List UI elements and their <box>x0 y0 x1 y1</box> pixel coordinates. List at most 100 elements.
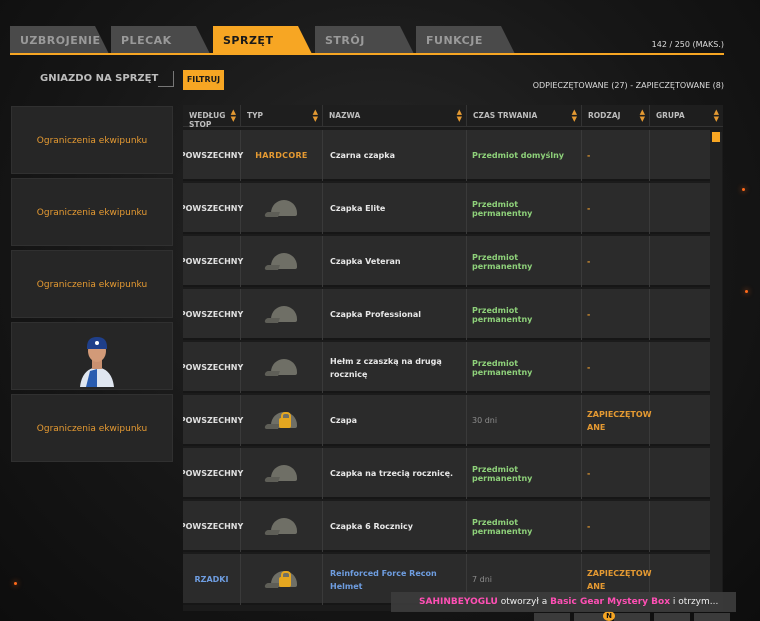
group-cell <box>650 289 710 340</box>
type-cell <box>241 183 323 234</box>
sort-arrows-icon: ▲ ▼ <box>456 108 462 123</box>
category-tabs: UZBROJENIE PLECAK SPRZĘT STRÓJ FUNKCJE <box>10 26 724 54</box>
hardcore-label: HARDCORE <box>255 151 308 160</box>
column-group-label: GRUPA <box>656 111 685 120</box>
group-cell <box>650 236 710 287</box>
duration-cell: Przedmiot domyślny <box>467 130 582 181</box>
tab-funkcje[interactable]: FUNKCJE <box>416 26 515 54</box>
group-cell <box>650 183 710 234</box>
column-duration-label: CZAS TRWANIA <box>473 111 538 120</box>
sort-arrows-icon: ▲ ▼ <box>312 108 318 123</box>
duration-cell: Przedmiot permanentny <box>467 183 582 234</box>
group-cell <box>650 448 710 499</box>
group-cell <box>650 395 710 446</box>
group-cell <box>650 130 710 181</box>
duration-cell: Przedmiot permanentny <box>467 342 582 393</box>
duration-cell: Przedmiot permanentny <box>467 289 582 340</box>
notification-toast: SAHINBEYOGLU otworzył a Basic Gear Myste… <box>391 592 736 612</box>
name-cell: Hełm z czaszką na drugą rocznicę <box>323 342 467 393</box>
gear-slot-3[interactable]: Ograniczenia ekwipunku <box>11 250 173 318</box>
table-row[interactable]: POWSZECHNY Czapa 30 dni ZAPIECZĘTOW ANE <box>183 395 710 446</box>
rarity-cell: POWSZECHNY <box>183 183 243 234</box>
type-cell <box>241 448 323 499</box>
column-type-label: TYP <box>247 111 264 120</box>
expand-corner-icon[interactable] <box>158 71 174 87</box>
name-cell: Czapka Elite <box>323 183 467 234</box>
type-cell <box>241 395 323 446</box>
toast-rest: i otrzym... <box>670 597 719 607</box>
gear-slot-1[interactable]: Ograniczenia ekwipunku <box>11 106 173 174</box>
sort-arrows-icon: ▲ ▼ <box>571 108 577 123</box>
duration-cell: Przedmiot permanentny <box>467 501 582 552</box>
lock-icon <box>278 570 291 587</box>
sealed-counts: ODPIECZĘTOWANE (27) - ZAPIECZĘTOWANE (8) <box>532 81 724 90</box>
group-cell <box>650 501 710 552</box>
ember-particle <box>745 290 748 293</box>
locked-cap-icon <box>263 570 299 589</box>
type-cell: HARDCORE <box>241 130 323 181</box>
cap-icon <box>263 464 299 483</box>
bottom-button[interactable] <box>534 613 570 621</box>
type-cell <box>241 342 323 393</box>
column-duration[interactable]: CZAS TRWANIA ▲ ▼ <box>467 105 582 127</box>
rarity-cell: POWSZECHNY <box>183 448 243 499</box>
rarity-cell: POWSZECHNY <box>183 342 243 393</box>
column-kind[interactable]: RODZAJ ▲ ▼ <box>582 105 650 127</box>
inventory-capacity: 142 / 250 (MAKS.) <box>651 40 724 49</box>
toast-player: SAHINBEYOGLU <box>419 597 498 607</box>
table-row[interactable]: POWSZECHNY Czapka Elite Przedmiot perman… <box>183 183 710 234</box>
sort-arrows-icon: ▲ ▼ <box>230 108 236 123</box>
sort-arrows-icon: ▲ ▼ <box>713 108 719 123</box>
rarity-cell: POWSZECHNY <box>183 289 243 340</box>
table-row[interactable]: POWSZECHNY Czapka Professional Przedmiot… <box>183 289 710 340</box>
column-name[interactable]: NAZWA ▲ ▼ <box>323 105 467 127</box>
name-cell: Czapka Professional <box>323 289 467 340</box>
column-name-label: NAZWA <box>329 111 361 120</box>
kind-cell: - <box>582 236 650 287</box>
locked-cap-icon <box>263 411 299 430</box>
rarity-cell: POWSZECHNY <box>183 501 243 552</box>
table-row[interactable]: POWSZECHNY HARDCORE Czarna czapka Przedm… <box>183 130 710 181</box>
type-cell <box>241 501 323 552</box>
kind-cell: - <box>582 130 650 181</box>
table-row[interactable]: POWSZECHNY Hełm z czaszką na drugą roczn… <box>183 342 710 393</box>
tab-uzbrojenie[interactable]: UZBROJENIE <box>10 26 109 54</box>
bottom-button[interactable] <box>654 613 690 621</box>
table-row[interactable]: POWSZECHNY Czapka Veteran Przedmiot perm… <box>183 236 710 287</box>
table-row[interactable]: POWSZECHNY Czapka 6 Rocznicy Przedmiot p… <box>183 501 710 552</box>
scroll-thumb[interactable] <box>712 132 720 142</box>
kind-cell: - <box>582 183 650 234</box>
lock-icon <box>278 411 291 428</box>
filter-button[interactable]: FILTRUJ <box>183 70 224 90</box>
table-scrollbar[interactable] <box>710 132 722 611</box>
name-cell: Czapka na trzecią rocznicę. <box>323 448 467 499</box>
gear-slot-2[interactable]: Ograniczenia ekwipunku <box>11 178 173 246</box>
tab-plecak[interactable]: PLECAK <box>111 26 210 54</box>
ember-particle <box>742 188 745 191</box>
soldier-avatar <box>80 337 114 387</box>
kind-cell: - <box>582 448 650 499</box>
tab-sprzet[interactable]: SPRZĘT <box>213 26 312 54</box>
type-cell <box>241 236 323 287</box>
rarity-cell: POWSZECHNY <box>183 236 243 287</box>
name-cell: Czapka 6 Rocznicy <box>323 501 467 552</box>
kind-cell: - <box>582 501 650 552</box>
cap-icon <box>263 517 299 536</box>
rarity-cell: POWSZECHNY <box>183 130 243 181</box>
name-cell: Czapka Veteran <box>323 236 467 287</box>
column-group[interactable]: GRUPA ▲ ▼ <box>650 105 723 127</box>
column-rarity[interactable]: WEDŁUG STOP ▲ ▼ <box>183 105 241 129</box>
rarity-cell: POWSZECHNY <box>183 395 243 446</box>
column-type[interactable]: TYP ▲ ▼ <box>241 105 323 127</box>
column-kind-label: RODZAJ <box>588 111 621 120</box>
gear-slot-4[interactable] <box>11 322 173 390</box>
toast-item: Basic Gear Mystery Box <box>550 597 670 607</box>
group-cell <box>650 342 710 393</box>
duration-cell: Przedmiot permanentny <box>467 236 582 287</box>
bottom-button[interactable] <box>694 613 730 621</box>
kind-cell: - <box>582 342 650 393</box>
tab-stroj[interactable]: STRÓJ <box>315 26 414 54</box>
gear-slot-5[interactable]: Ograniczenia ekwipunku <box>11 394 173 462</box>
bottom-button[interactable] <box>614 613 650 621</box>
table-row[interactable]: POWSZECHNY Czapka na trzecią rocznicę. P… <box>183 448 710 499</box>
